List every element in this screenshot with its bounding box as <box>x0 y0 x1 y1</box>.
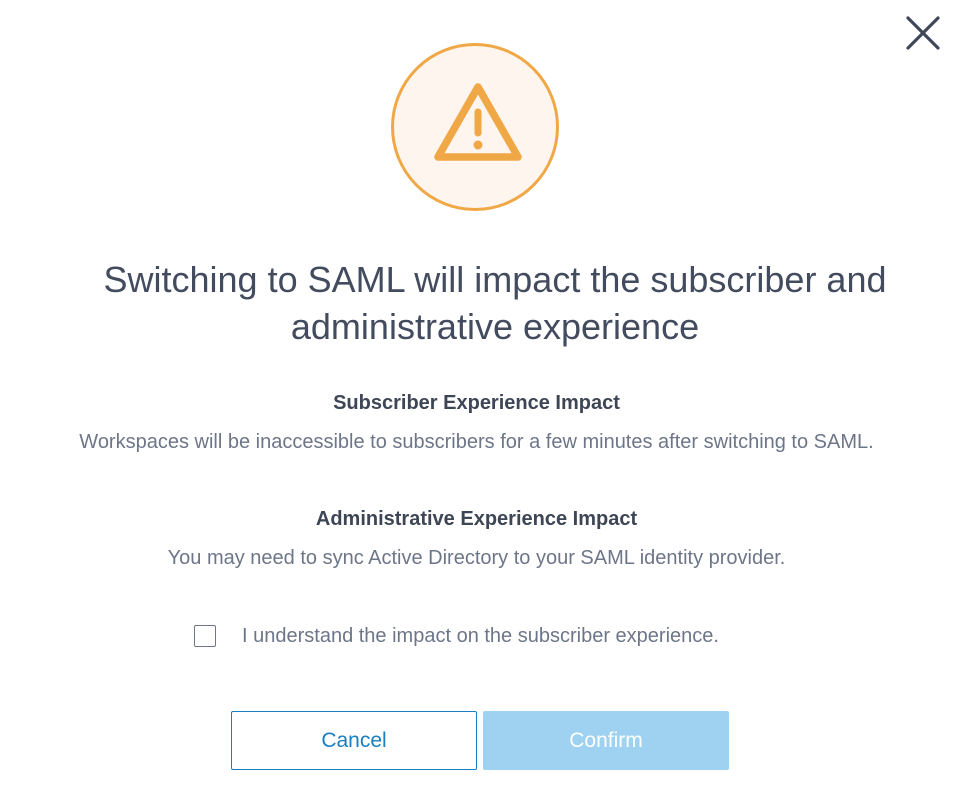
warning-triangle-icon <box>434 83 522 161</box>
admin-impact-text: You may need to sync Active Directory to… <box>167 547 786 569</box>
close-button[interactable] <box>904 13 942 51</box>
subscriber-impact-text: Workspaces will be inaccessible to subsc… <box>79 431 874 453</box>
close-icon[interactable] <box>904 13 942 51</box>
warning-badge <box>391 43 559 211</box>
dialog-title: Switching to SAML will impact the subscr… <box>103 259 887 347</box>
subscriber-impact-heading: Subscriber Experience Impact <box>333 392 620 414</box>
acknowledge-checkbox[interactable] <box>194 625 216 647</box>
confirm-button[interactable]: Confirm <box>483 711 729 770</box>
admin-impact-heading: Administrative Experience Impact <box>315 508 638 530</box>
acknowledge-label[interactable]: I understand the impact on the subscribe… <box>242 625 719 648</box>
cancel-button[interactable]: Cancel <box>231 711 477 770</box>
acknowledge-row: I understand the impact on the subscribe… <box>194 622 719 650</box>
saml-switch-dialog: Switching to SAML will impact the subscr… <box>0 0 953 793</box>
